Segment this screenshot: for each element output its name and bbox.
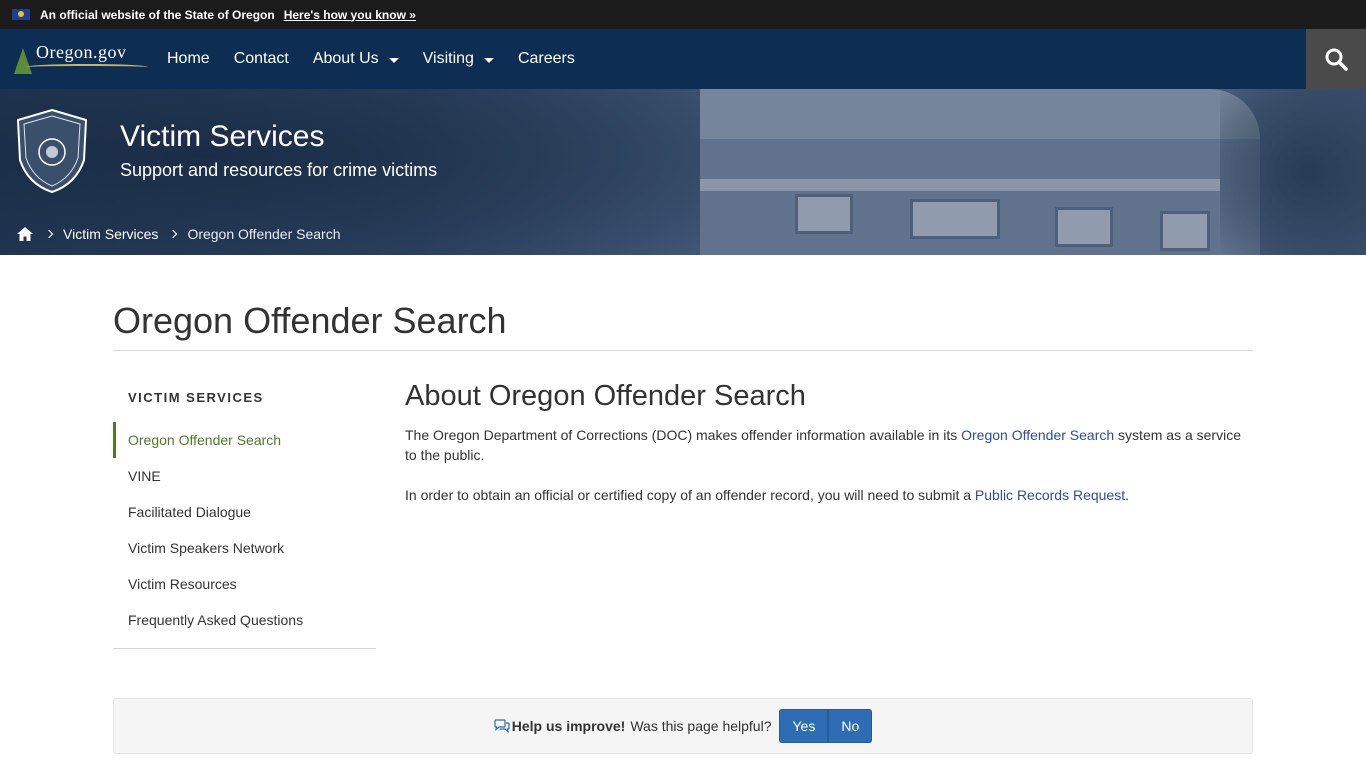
main-navbar: Oregon.gov Home Contact About Us Visitin…	[0, 29, 1366, 89]
nav-item-about-us[interactable]: About Us	[301, 29, 411, 89]
content-paragraph: The Oregon Department of Corrections (DO…	[405, 425, 1253, 465]
sidebar-heading: VICTIM SERVICES	[128, 389, 264, 405]
doc-seal-icon	[16, 108, 88, 194]
sidebar-item-facilitated-dialogue[interactable]: Facilitated Dialogue	[113, 494, 376, 530]
home-icon[interactable]	[16, 226, 34, 242]
oregon-offender-search-link[interactable]: Oregon Offender Search	[961, 427, 1114, 443]
content-paragraph: In order to obtain an official or certif…	[405, 485, 1253, 505]
nav-item-contact[interactable]: Contact	[222, 29, 301, 89]
oregon-gov-logo[interactable]: Oregon.gov	[10, 38, 150, 80]
chevron-right-icon	[44, 229, 54, 239]
breadcrumb-current: Oregon Offender Search	[187, 226, 341, 242]
paragraph-text: In order to obtain an official or certif…	[405, 487, 975, 503]
sidebar-list: Oregon Offender Search VINE Facilitated …	[113, 422, 376, 638]
nav-item-label: Contact	[233, 50, 289, 67]
sidebar: VICTIM SERVICES Oregon Offender Search V…	[113, 380, 376, 649]
hero-title: Victim Services	[120, 120, 325, 153]
chat-bubbles-icon	[494, 719, 510, 733]
sidebar-item-oregon-offender-search[interactable]: Oregon Offender Search	[113, 422, 376, 458]
nav-item-label: Visiting	[422, 50, 474, 67]
sidebar-item-victim-speakers-network[interactable]: Victim Speakers Network	[113, 530, 376, 566]
logo-text: Oregon.gov	[36, 42, 127, 62]
content-heading: About Oregon Offender Search	[405, 380, 806, 412]
tree-icon	[14, 48, 32, 74]
nav-menu: Home Contact About Us Visiting Careers	[155, 29, 587, 89]
breadcrumb-victim-services[interactable]: Victim Services	[63, 226, 158, 242]
hero-subtitle: Support and resources for crime victims	[120, 160, 438, 180]
nav-item-home[interactable]: Home	[155, 29, 222, 89]
page-title: Oregon Offender Search	[113, 300, 507, 341]
official-banner-text: An official website of the State of Oreg…	[40, 7, 275, 22]
chevron-right-icon	[169, 229, 178, 239]
feedback-bar: Help us improve! Was this page helpful? …	[113, 698, 1253, 754]
feedback-heading: Help us improve!	[511, 718, 626, 734]
hero-banner: Victim Services Support and resources fo…	[0, 89, 1366, 255]
sidebar-item-victim-resources[interactable]: Victim Resources	[113, 566, 376, 602]
sidebar-item-vine[interactable]: VINE	[113, 458, 376, 494]
feedback-buttons: Yes No	[779, 709, 873, 743]
logo-swoosh	[26, 64, 148, 70]
yes-button[interactable]: Yes	[779, 709, 829, 743]
caret-down-icon	[483, 57, 494, 63]
search-icon	[1325, 48, 1348, 71]
breadcrumb: Victim Services Oregon Offender Search	[16, 224, 341, 244]
title-divider	[113, 350, 1253, 351]
nav-item-label: Home	[167, 50, 210, 67]
sidebar-item-faq[interactable]: Frequently Asked Questions	[113, 602, 376, 638]
nav-item-label: Careers	[517, 50, 575, 67]
feedback-question: Was this page helpful?	[630, 718, 772, 734]
sidebar-divider	[113, 648, 376, 649]
nav-item-visiting[interactable]: Visiting	[411, 29, 506, 89]
heres-how-you-know-link[interactable]: Here's how you know »	[284, 8, 416, 22]
oregon-flag-icon	[12, 9, 30, 20]
official-banner: An official website of the State of Oreg…	[0, 0, 1366, 29]
main-content: About Oregon Offender Search The Oregon …	[405, 380, 1253, 505]
caret-down-icon	[388, 57, 399, 63]
public-records-request-link[interactable]: Public Records Request	[975, 487, 1125, 503]
paragraph-text: .	[1125, 487, 1129, 503]
paragraph-text: The Oregon Department of Corrections (DO…	[405, 427, 962, 443]
search-button[interactable]	[1306, 29, 1366, 89]
nav-item-careers[interactable]: Careers	[506, 29, 587, 89]
no-button[interactable]: No	[828, 709, 873, 743]
nav-item-label: About Us	[312, 50, 379, 67]
